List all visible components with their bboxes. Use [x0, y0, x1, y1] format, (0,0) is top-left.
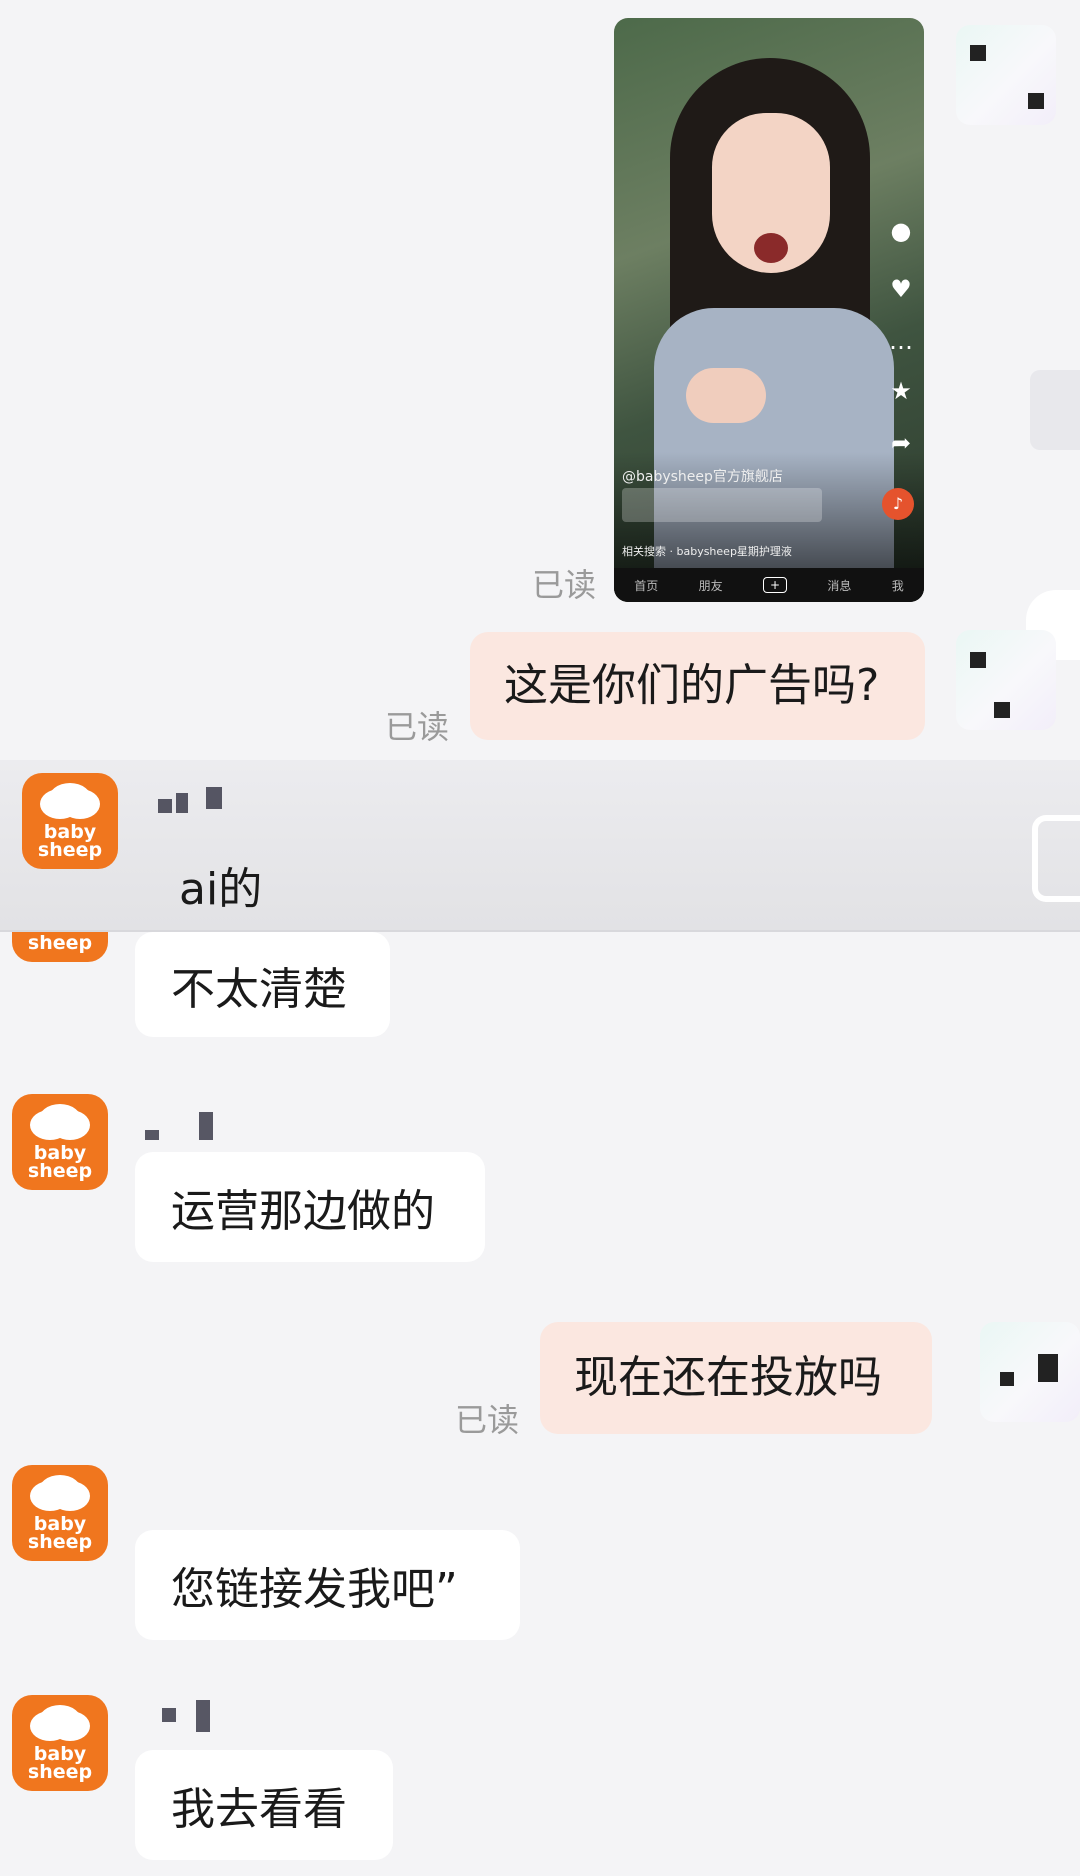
share-icon[interactable]: ➦	[888, 430, 914, 456]
read-receipt: 已读	[385, 708, 450, 746]
message-text: 我去看看	[171, 1784, 347, 1835]
brand-logo-text: sheep	[27, 932, 93, 954]
brand-avatar[interactable]: baby sheep	[12, 1094, 108, 1190]
message-text: 这是你们的广告吗?	[504, 660, 880, 711]
video-person-hand	[686, 368, 766, 423]
message-bubble-other[interactable]: ai的	[143, 835, 303, 935]
heart-icon[interactable]: ♥	[888, 276, 914, 302]
read-receipt: 已读	[455, 1401, 520, 1439]
sender-name-redacted	[145, 1112, 225, 1142]
message-text: 不太清楚	[171, 963, 347, 1015]
message-text: 现在还在投放吗	[574, 1352, 882, 1403]
star-icon[interactable]: ★	[888, 378, 914, 404]
video-tab-plus: +	[762, 577, 788, 593]
video-account: @babysheep官方旗舰店	[622, 469, 783, 485]
brand-avatar[interactable]: baby sheep	[22, 773, 118, 869]
brand-logo-text: sheep	[37, 839, 103, 861]
sender-name-redacted	[158, 787, 228, 813]
sheep-logo-icon	[38, 1705, 82, 1739]
brand-logo-text: sheep	[27, 1761, 93, 1783]
video-tabbar: 首页 朋友 + 消息 我	[614, 568, 924, 602]
brand-avatar[interactable]: baby sheep	[12, 1695, 108, 1791]
video-tab: 首页	[634, 578, 659, 593]
brand-avatar[interactable]: baby sheep	[12, 1465, 108, 1561]
comment-icon[interactable]: …	[888, 328, 914, 354]
music-disc-icon: ♪	[882, 488, 914, 520]
edge-fragment	[1030, 370, 1080, 450]
shared-video-card[interactable]: ● ♥ … ★ ➦ ♪ @babysheep官方旗舰店 相关搜索 · babys…	[614, 18, 924, 602]
user-avatar[interactable]	[956, 630, 1056, 730]
user-avatar[interactable]	[980, 1322, 1080, 1422]
message-text: 运营那边做的	[171, 1186, 435, 1237]
brand-avatar-cropped: sheep	[12, 932, 108, 962]
message-bubble-other[interactable]: 不太清楚	[135, 932, 390, 1037]
video-person-mouth	[754, 233, 788, 263]
read-receipt: 已读	[532, 566, 597, 604]
user-avatar[interactable]	[956, 25, 1056, 125]
message-text: 您链接发我吧”	[171, 1564, 458, 1615]
message-bubble-self[interactable]: 现在还在投放吗	[540, 1322, 932, 1434]
avatar-icon[interactable]: ●	[888, 218, 914, 244]
brand-logo-text: sheep	[27, 1160, 93, 1182]
edge-fragment	[1032, 815, 1080, 902]
video-search-bar[interactable]: 相关搜索 · babysheep星期护理液	[622, 543, 792, 559]
sheep-logo-icon	[48, 783, 92, 817]
message-bubble-other[interactable]: 我去看看	[135, 1750, 393, 1860]
message-bubble-other[interactable]: 您链接发我吧”	[135, 1530, 520, 1640]
video-tab: 我	[891, 578, 904, 593]
brand-logo-text: sheep	[27, 1531, 93, 1553]
video-caption	[622, 488, 822, 522]
message-text: ai的	[179, 864, 263, 915]
sheep-logo-icon	[38, 1475, 82, 1509]
message-bubble-other[interactable]: 运营那边做的	[135, 1152, 485, 1262]
video-tab: 朋友	[698, 578, 723, 593]
video-tab: 消息	[827, 578, 852, 593]
message-bubble-self[interactable]: 这是你们的广告吗?	[470, 632, 925, 740]
sender-name-redacted	[162, 1700, 222, 1734]
sheep-logo-icon	[38, 1104, 82, 1138]
